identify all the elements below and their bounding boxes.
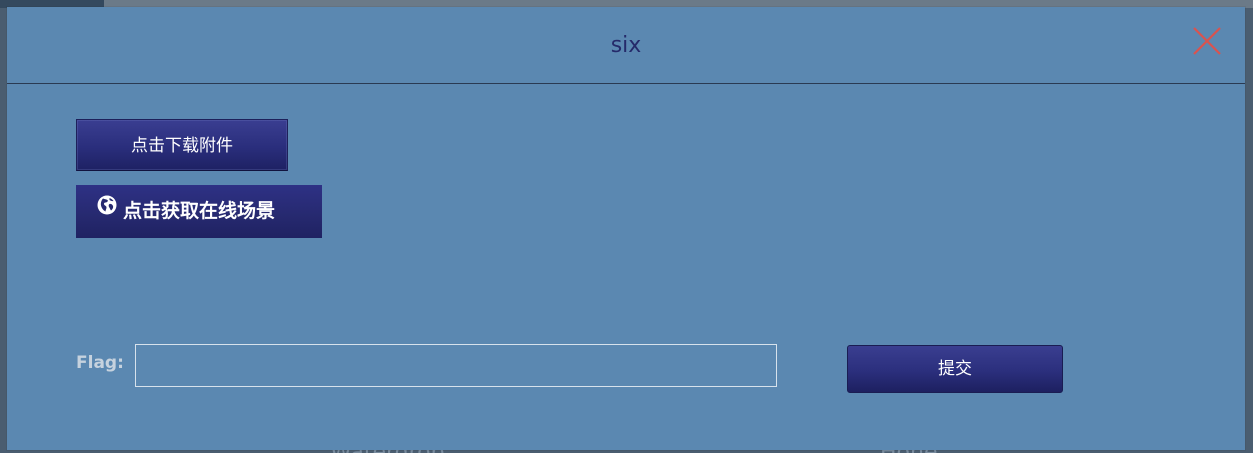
download-attachment-button[interactable]: 点击下载附件	[76, 119, 288, 171]
challenge-modal: six 点击下载附件 点击获取在线场景 Flag: 提交	[7, 7, 1245, 450]
get-online-scene-button[interactable]: 点击获取在线场景	[76, 185, 322, 238]
globe-icon	[97, 183, 117, 236]
modal-title: six	[610, 33, 642, 58]
submit-button[interactable]: 提交	[847, 345, 1063, 393]
flag-input[interactable]	[135, 344, 777, 387]
modal-header: six	[7, 7, 1245, 84]
get-online-scene-label: 点击获取在线场景	[123, 200, 276, 222]
flag-label: Flag:	[76, 353, 124, 373]
close-icon	[1193, 27, 1221, 55]
close-button[interactable]	[1193, 27, 1221, 55]
